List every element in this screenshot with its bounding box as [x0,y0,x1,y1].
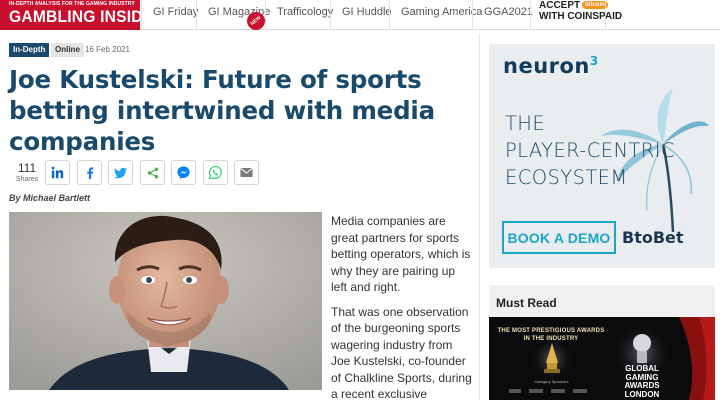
share-icon [147,167,158,178]
whatsapp-share-button[interactable] [203,160,228,185]
in-depth-tag[interactable]: In-Depth [9,43,50,57]
ad-line: ECOSYSTEM [505,166,628,189]
facebook-share-button[interactable] [77,160,102,185]
share-button[interactable] [140,160,165,185]
nav-gi-friday[interactable]: GI Friday [141,0,198,30]
portrait-image [9,212,322,390]
coinspaid-ad[interactable]: ACCEPT bitcoin WITH COINSPAID [530,0,623,30]
publish-date: 16 Feb 2021 [85,45,130,54]
article-photo [9,212,322,390]
awards-card-sponsors: Category Sponsors [534,379,569,384]
share-count-number: 111 [17,161,37,175]
linkedin-icon [51,166,64,179]
ad-headline: THE PLAYER-CENTRIC ECOSYSTEM [505,110,715,191]
article-byline: By Michael Bartlett [9,193,91,203]
column-divider [479,34,480,400]
top-navigation: IN-DEPTH ANALYSIS FOR THE GAMING INDUSTR… [0,0,720,34]
whatsapp-icon [209,166,222,179]
neuron-logo-sup: 3 [589,54,599,68]
logo-name: GAMBLING INSIDER [9,7,165,26]
article-paragraph: That was one observation of the burgeoni… [331,304,472,400]
article-body: Media companies are great partners for s… [331,213,473,400]
bitcoin-badge: bitcoin [582,1,608,10]
email-share-button[interactable] [234,160,259,185]
btobet-logo: BtoBet [622,228,684,247]
nav-trafficology[interactable]: Trafficology [265,0,333,30]
nav-gi-huddle[interactable]: GI Huddle [330,0,392,30]
site-logo[interactable]: IN-DEPTH ANALYSIS FOR THE GAMING INDUSTR… [0,0,165,30]
twitter-share-button[interactable] [108,160,133,185]
messenger-share-button[interactable] [171,160,196,185]
ad-line: PLAYER-CENTRIC [505,139,675,162]
online-category-tag[interactable]: Online [51,43,84,57]
article-paragraph: Media companies are great partners for s… [331,214,471,294]
awards-card-title: THE MOST PRESTIGIOUS AWARDS IN THE INDUS… [497,328,605,342]
share-count: 111 Shares [12,162,42,184]
email-icon [240,168,253,177]
must-read-heading: Must Read [489,285,715,317]
twitter-icon [114,167,127,178]
book-a-demo-button[interactable]: BOOK A DEMO [502,221,616,254]
awards-card-logo: GLOBAL GAMING AWARDS LONDON [624,364,660,399]
nav-gaming-america[interactable]: Gaming America [389,0,482,30]
nav-gga2021[interactable]: GGA2021 [472,0,533,30]
coinspaid-ad-line1: ACCEPT [539,0,581,11]
neuron3-ad[interactable]: neuron3 THE PLAYER-CENTRIC ECOSYSTEM BOO… [489,44,715,268]
article-headline: Joe Kustelski: Future of sports betting … [9,65,435,156]
share-count-label: Shares [15,176,39,183]
nav-divider [605,0,606,30]
neuron-logo: neuron3 [503,54,599,78]
messenger-icon [177,166,190,179]
neuron-logo-text: neuron [503,54,590,78]
linkedin-share-button[interactable] [45,160,70,185]
facebook-icon [86,166,93,179]
must-read-card[interactable]: THE MOST PRESTIGIOUS AWARDS IN THE INDUS… [489,317,715,400]
coinspaid-ad-line2: WITH COINSPAID [539,11,623,22]
ad-line: THE [505,112,546,135]
